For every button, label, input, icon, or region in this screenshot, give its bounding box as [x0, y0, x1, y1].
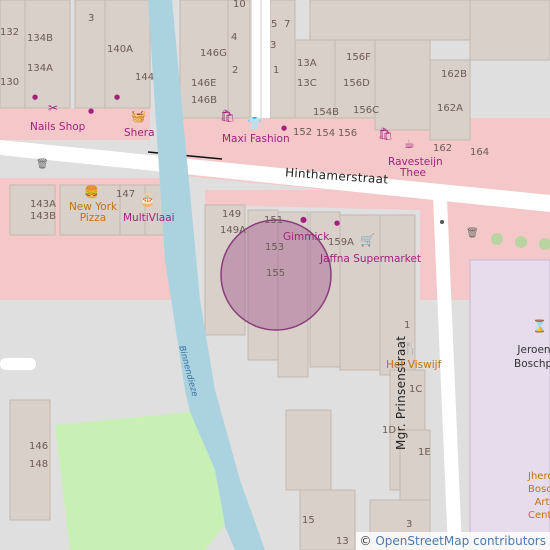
shopping-bag-icon: 🛍	[220, 109, 236, 123]
waste-basket-icon: 🗑	[466, 228, 479, 239]
house-number: 149	[222, 209, 242, 220]
cake-icon: 🎂	[140, 193, 155, 207]
basket-icon: 🧺	[131, 109, 146, 123]
house-number: 10	[233, 0, 246, 10]
house-number: 2	[232, 65, 239, 76]
poi-jaffna-supermarket[interactable]: Jaffna Supermarket	[320, 254, 421, 265]
house-number: 164	[470, 147, 490, 158]
poi-multivlaai[interactable]: MultiVlaai	[123, 213, 175, 224]
fast-food-icon: 🍔	[84, 185, 99, 199]
house-number: 151	[264, 215, 284, 226]
house-number: 1E	[418, 447, 431, 458]
house-number: 154	[316, 128, 336, 139]
poi-ravesteijn-thee[interactable]: Ravesteijn Thee	[388, 157, 443, 178]
poi-jheronimus-bosch[interactable]: Jheronimus Bosch Art Center	[528, 470, 550, 522]
house-number: 130	[0, 77, 20, 88]
house-number: 7	[284, 19, 291, 30]
house-number: 154B	[313, 107, 339, 118]
house-number: 146G	[200, 48, 227, 59]
osm-link[interactable]: OpenStreetMap	[375, 534, 469, 548]
house-number: 146E	[191, 78, 217, 89]
teapot-icon: ☕	[404, 137, 415, 151]
house-number: 156F	[346, 52, 371, 63]
house-number: 3	[406, 519, 413, 530]
map-view[interactable]: Hinthamerstraat Mgr. Prinsenstraat Binne…	[0, 0, 550, 550]
house-number: 159A	[328, 237, 354, 248]
poi-shera[interactable]: Shera	[124, 128, 155, 139]
house-number: 162	[433, 143, 453, 154]
waste-basket-icon: 🗑	[36, 159, 49, 170]
house-number: 147	[116, 189, 136, 200]
house-number: 13C	[297, 78, 317, 89]
shop-dot-icon: ●	[281, 124, 288, 132]
house-number: 140A	[107, 44, 133, 55]
house-number: 155	[266, 268, 286, 279]
clothes-icon: 👕	[247, 116, 262, 130]
house-number: 132	[0, 27, 20, 38]
house-number: 1	[273, 65, 280, 76]
house-number: 156C	[353, 105, 380, 116]
house-number: 162B	[441, 69, 467, 80]
supermarket-icon: 🛒	[360, 233, 375, 247]
shop-dot-icon: ●	[334, 219, 341, 227]
attribution-suffix: contributors	[473, 534, 546, 548]
poi-new-york-pizza[interactable]: New York Pizza	[68, 202, 118, 223]
house-number: 152	[293, 127, 313, 138]
poi-maxi-fashion[interactable]: Maxi Fashion	[222, 134, 290, 145]
house-number: 3	[88, 13, 95, 24]
shop-dot-icon: ●	[114, 93, 121, 101]
poi-het-viswijf[interactable]: Het Viswijf	[386, 360, 441, 371]
copyright-symbol: ©	[359, 534, 372, 548]
shop-dot-icon: ●	[88, 107, 95, 115]
house-number: 153	[265, 242, 285, 253]
restaurant-icon: 🍴	[403, 341, 418, 355]
house-number: 134A	[27, 63, 53, 74]
house-number: 1C	[409, 384, 423, 395]
house-number: 146	[29, 441, 49, 452]
house-number: 13A	[297, 58, 317, 69]
museum-icon: ⌛	[532, 319, 547, 333]
house-number: 156D	[343, 78, 370, 89]
map-attribution: © OpenStreetMap contributors	[355, 532, 550, 550]
house-number: 13	[336, 536, 349, 547]
house-number: 144	[135, 72, 155, 83]
house-number: 146B	[191, 95, 217, 106]
house-number: 1D	[382, 425, 397, 436]
house-number: 149A	[220, 225, 246, 236]
poi-nails-shop[interactable]: Nails Shop	[30, 122, 85, 133]
house-number: 143A	[30, 199, 56, 210]
house-number: 15	[302, 515, 315, 526]
house-number: 3	[270, 40, 277, 51]
house-number: 143B	[30, 211, 56, 222]
house-number: 1	[404, 320, 411, 331]
house-number: 4	[231, 32, 238, 43]
poi-gimmick[interactable]: Gimmick	[283, 232, 329, 243]
house-number: 5	[271, 19, 278, 30]
shop-dot-icon: ●	[300, 215, 307, 224]
house-number: 156	[338, 128, 358, 139]
shopping-bag-icon: 🛍	[378, 127, 394, 141]
nail-salon-icon: ✂	[48, 101, 59, 115]
house-number: 162A	[437, 103, 463, 114]
house-number: 134B	[27, 33, 53, 44]
shop-dot-icon: ●	[32, 93, 39, 101]
poi-jeroen-boschplein[interactable]: Jeroen Boschplein	[514, 344, 550, 371]
house-number: 148	[29, 459, 49, 470]
